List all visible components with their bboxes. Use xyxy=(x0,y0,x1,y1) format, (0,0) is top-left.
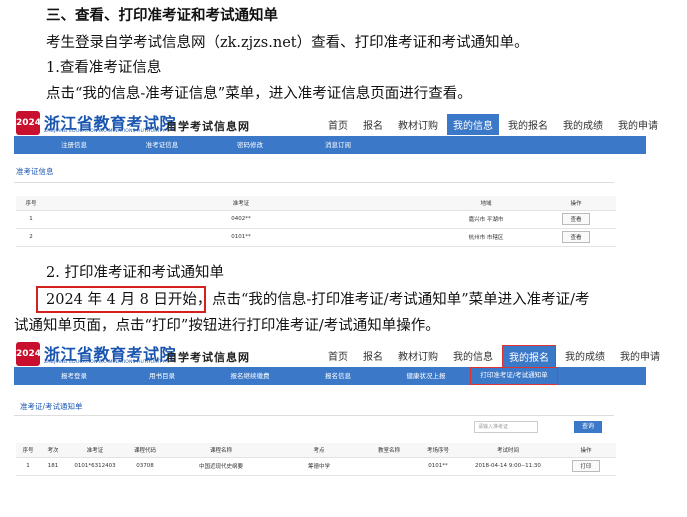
cell-seat: 0101** xyxy=(416,457,460,476)
subnav-password-change[interactable]: 密码修改 xyxy=(206,136,294,154)
cell-room xyxy=(362,457,416,476)
subnav-book-list[interactable]: 用书目录 xyxy=(118,367,206,385)
nav-home[interactable]: 首页 xyxy=(322,345,354,368)
portal-header: 2024 浙江省教育考试院 ZHEJIANG EDUCATION EXAMINA… xyxy=(14,110,674,136)
col-region: 地域 xyxy=(436,196,536,211)
portal-header: 2024 浙江省教育考试院 ZHEJIANG EDUCATION EXAMINA… xyxy=(14,341,674,368)
portal-logo-english: ZHEJIANG EDUCATION EXAMINATIONS AUTHORIT… xyxy=(44,360,165,365)
portal-site-name: 自学考试信息网 xyxy=(166,120,250,133)
cell-ticket: 0101*6312403 xyxy=(66,457,124,476)
intro-text: 考生登录自学考试信息网（zk.zjzs.net）查看、打印准考证和考试通知单。 xyxy=(46,35,529,51)
col-course-name: 课程名称 xyxy=(166,443,276,458)
section-title: 准考证/考试通知单 xyxy=(20,402,83,411)
divider xyxy=(14,415,614,416)
cell-action: 查看 xyxy=(536,210,616,229)
col-ticket: 准考证 xyxy=(46,196,436,211)
subnav-exam-login[interactable]: 报考登录 xyxy=(30,367,118,385)
table-header: 序号 考次 准考证 课程代码 课程名称 考点 教室名称 考场序号 考试时间 操作 xyxy=(16,443,616,458)
main-nav: 首页 报名 教材订购 我的信息 我的报名 我的成绩 我的申请 xyxy=(322,345,669,368)
table-row: 1 181 0101*6312403 03708 中国近现代史纲要 筹德中学 0… xyxy=(16,457,616,476)
nav-my-scores[interactable]: 我的成绩 xyxy=(557,114,609,135)
step2-description-line2: 试通知单页面，点击“打印”按钮进行打印准考证/考试通知单操作。 xyxy=(14,318,440,334)
section-heading: 三、查看、打印准考证和考试通知单 xyxy=(46,8,278,24)
table-row: 2 0101** 杭州市 市辖区 查看 xyxy=(16,228,616,247)
portal-site-name: 自学考试信息网 xyxy=(166,351,250,364)
nav-my-registration[interactable]: 我的报名 xyxy=(502,345,556,368)
col-time: 考试时间 xyxy=(460,443,556,458)
table-header: 序号 准考证 地域 操作 xyxy=(16,196,616,211)
cell-time: 2018-04-14 9:00--11:30 xyxy=(460,457,556,476)
col-room: 教室名称 xyxy=(362,443,416,458)
section-title: 准考证信息 xyxy=(16,167,54,176)
portal-screenshot-ticket-info: 2024 浙江省教育考试院 ZHEJIANG EDUCATION EXAMINA… xyxy=(14,110,674,260)
cell-no: 1 xyxy=(16,457,40,476)
cell-region: 嘉兴市 平湖市 xyxy=(436,210,536,229)
cell-region: 杭州市 市辖区 xyxy=(436,228,536,247)
cell-action: 查看 xyxy=(536,228,616,247)
cell-session: 181 xyxy=(40,457,66,476)
nav-my-info[interactable]: 我的信息 xyxy=(447,114,499,135)
subnav-continue-payment[interactable]: 报名继续缴费 xyxy=(206,367,294,385)
cell-course-name: 中国近现代史纲要 xyxy=(166,457,276,476)
step1-title: 1.查看准考证信息 xyxy=(46,60,162,76)
sub-nav: 报考登录 用书目录 报名继续缴费 报名信息 健康状况上报 打印准考证/考试通知单 xyxy=(14,367,646,385)
nav-my-registration[interactable]: 我的报名 xyxy=(502,114,554,135)
cell-no: 1 xyxy=(16,210,46,229)
col-action: 操作 xyxy=(536,196,616,211)
cell-action: 打印 xyxy=(556,457,616,476)
nav-register[interactable]: 报名 xyxy=(357,345,389,368)
col-seat: 考场序号 xyxy=(416,443,460,458)
portal-logo-english: ZHEJIANG EDUCATION EXAMINATIONS AUTHORIT… xyxy=(44,129,165,134)
cell-course-code: 03708 xyxy=(124,457,166,476)
table-row: 1 0402** 嘉兴市 平湖市 查看 xyxy=(16,210,616,229)
date-highlight-box xyxy=(36,286,206,313)
col-exam-site: 考点 xyxy=(276,443,362,458)
query-button[interactable]: 查询 xyxy=(574,421,602,433)
main-nav: 首页 报名 教材订购 我的信息 我的报名 我的成绩 我的申请 xyxy=(322,114,667,135)
subnav-registration-info[interactable]: 报名信息 xyxy=(294,367,382,385)
col-course-code: 课程代码 xyxy=(124,443,166,458)
divider xyxy=(14,182,614,183)
subnav-print-ticket[interactable]: 打印准考证/考试通知单 xyxy=(470,367,558,385)
ticket-table: 序号 准考证 地域 操作 1 0402** 嘉兴市 平湖市 查看 2 0101*… xyxy=(16,196,616,247)
view-button[interactable]: 查看 xyxy=(562,231,590,243)
cell-ticket: 0402** xyxy=(46,210,436,229)
print-ticket-table: 序号 考次 准考证 课程代码 课程名称 考点 教室名称 考场序号 考试时间 操作… xyxy=(16,443,616,476)
cell-exam-site: 筹德中学 xyxy=(276,457,362,476)
col-no: 序号 xyxy=(16,196,46,211)
ticket-search-input[interactable]: 请输入准考证 xyxy=(474,421,538,433)
subnav-registration-info[interactable]: 注册信息 xyxy=(30,136,118,154)
portal-logo-icon: 2024 xyxy=(16,111,41,135)
nav-home[interactable]: 首页 xyxy=(322,114,354,135)
col-session: 考次 xyxy=(40,443,66,458)
sub-nav: 注册信息 准考证信息 密码修改 消息订阅 xyxy=(14,136,646,154)
nav-register[interactable]: 报名 xyxy=(357,114,389,135)
print-button[interactable]: 打印 xyxy=(572,460,600,472)
portal-screenshot-print-ticket: 2024 浙江省教育考试院 ZHEJIANG EDUCATION EXAMINA… xyxy=(14,341,674,513)
nav-my-applications[interactable]: 我的申请 xyxy=(612,114,664,135)
portal-logo-icon: 2024 xyxy=(16,342,41,366)
nav-textbook[interactable]: 教材订购 xyxy=(392,345,444,368)
nav-my-scores[interactable]: 我的成绩 xyxy=(559,345,611,368)
col-ticket: 准考证 xyxy=(66,443,124,458)
step2-description: 点击“我的信息-打印准考证/考试通知单”菜单进入准考证/考 xyxy=(212,292,590,308)
subnav-message-subscribe[interactable]: 消息订阅 xyxy=(294,136,382,154)
nav-my-applications[interactable]: 我的申请 xyxy=(614,345,666,368)
subnav-ticket-info[interactable]: 准考证信息 xyxy=(118,136,206,154)
cell-no: 2 xyxy=(16,228,46,247)
step1-description: 点击“我的信息-准考证信息”菜单，进入准考证信息页面进行查看。 xyxy=(46,86,472,102)
view-button[interactable]: 查看 xyxy=(562,213,590,225)
col-action: 操作 xyxy=(556,443,616,458)
nav-my-info[interactable]: 我的信息 xyxy=(447,345,499,368)
nav-textbook[interactable]: 教材订购 xyxy=(392,114,444,135)
cell-ticket: 0101** xyxy=(46,228,436,247)
col-no: 序号 xyxy=(16,443,40,458)
subnav-health-report[interactable]: 健康状况上报 xyxy=(382,367,470,385)
step2-title: 2. 打印准考证和考试通知单 xyxy=(46,265,224,281)
